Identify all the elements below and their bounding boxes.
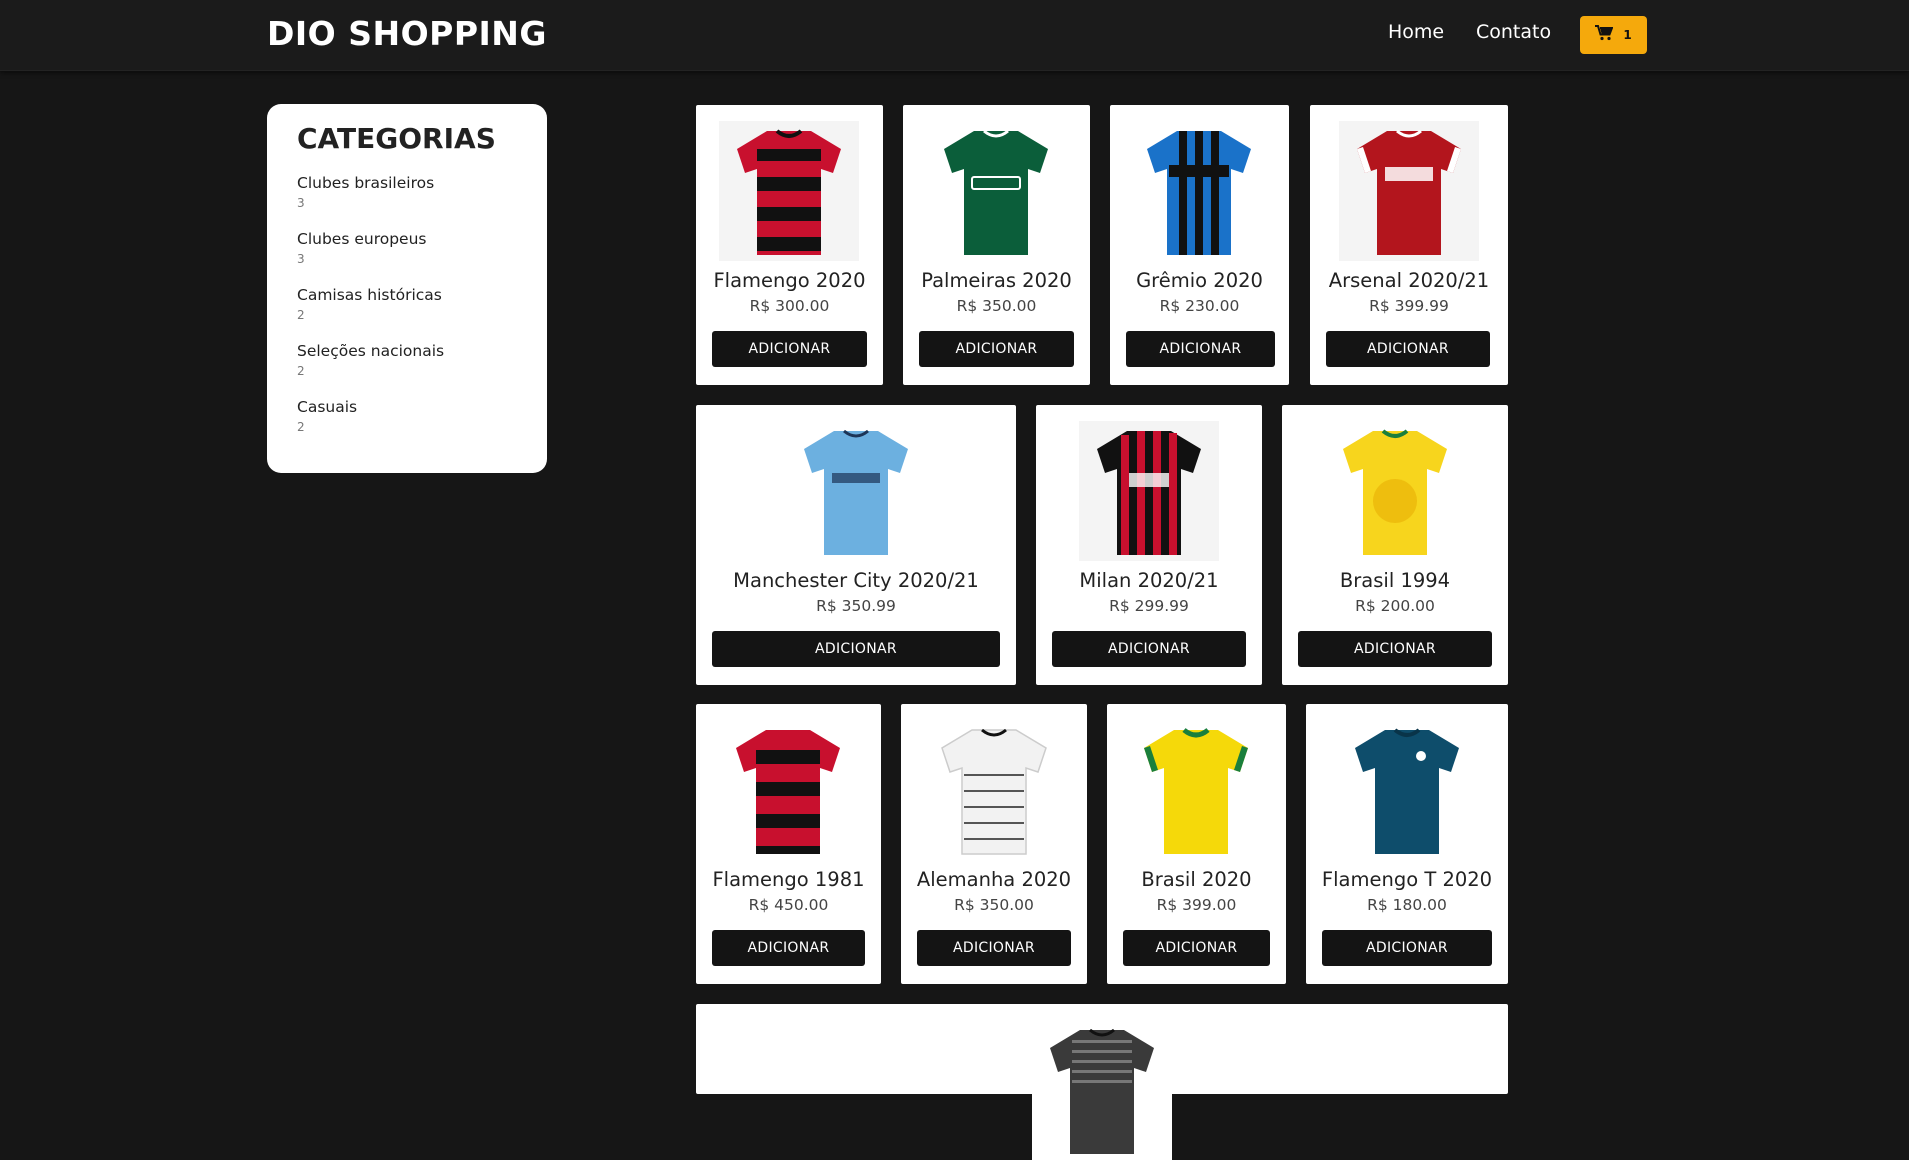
product-card: Alemanha 2020 R$ 350.00 ADICIONAR xyxy=(901,704,1087,984)
add-to-cart-button[interactable]: ADICIONAR xyxy=(919,331,1074,367)
product-card xyxy=(696,1004,1508,1160)
product-image xyxy=(924,720,1064,860)
category-name[interactable]: Seleções nacionais xyxy=(297,342,444,360)
product-image xyxy=(719,121,859,261)
product-price: R$ 350.00 xyxy=(956,297,1037,315)
product-image xyxy=(1325,421,1465,561)
category-name[interactable]: Camisas históricas xyxy=(297,286,442,304)
product-price: R$ 200.00 xyxy=(1355,597,1435,615)
product-card: Flamengo T 2020 R$ 180.00 ADICIONAR xyxy=(1306,704,1508,984)
product-name: Alemanha 2020 xyxy=(916,868,1072,891)
add-to-cart-button[interactable]: ADICIONAR xyxy=(1123,930,1270,966)
category-name[interactable]: Clubes brasileiros xyxy=(297,174,434,192)
product-price: R$ 230.00 xyxy=(1159,297,1240,315)
product-image xyxy=(1339,121,1479,261)
product-card: Flamengo 2020 R$ 300.00 ADICIONAR xyxy=(696,105,883,385)
product-image xyxy=(718,720,858,860)
category-item[interactable]: Casuais 2 xyxy=(297,398,357,434)
product-card: Flamengo 1981 R$ 450.00 ADICIONAR xyxy=(696,704,881,984)
category-count: 2 xyxy=(297,308,305,322)
product-name: Milan 2020/21 xyxy=(1079,569,1219,592)
product-card: Brasil 1994 R$ 200.00 ADICIONAR xyxy=(1282,405,1508,685)
product-price: R$ 399.99 xyxy=(1369,297,1449,315)
product-image xyxy=(1032,1020,1172,1160)
category-item[interactable]: Camisas históricas 2 xyxy=(297,286,442,322)
navbar: DIO SHOPPING Home Contato 1 xyxy=(0,0,1909,71)
cart-button[interactable]: 1 xyxy=(1580,16,1647,54)
add-to-cart-button[interactable]: ADICIONAR xyxy=(712,331,867,367)
product-card: Palmeiras 2020 R$ 350.00 ADICIONAR xyxy=(903,105,1090,385)
product-image xyxy=(786,421,926,561)
product-card: Arsenal 2020/21 R$ 399.99 ADICIONAR xyxy=(1310,105,1508,385)
product-price: R$ 300.00 xyxy=(749,297,830,315)
product-price: R$ 399.00 xyxy=(1156,896,1237,914)
add-to-cart-button[interactable]: ADICIONAR xyxy=(1322,930,1492,966)
add-to-cart-button[interactable]: ADICIONAR xyxy=(1126,331,1275,367)
category-item[interactable]: Seleções nacionais 2 xyxy=(297,342,444,378)
nav-contact-link[interactable]: Contato xyxy=(1476,21,1551,43)
category-count: 2 xyxy=(297,420,305,434)
product-name: Arsenal 2020/21 xyxy=(1328,269,1490,292)
category-item[interactable]: Clubes brasileiros 3 xyxy=(297,174,434,210)
category-name[interactable]: Casuais xyxy=(297,398,357,416)
category-count: 2 xyxy=(297,364,305,378)
product-name: Brasil 1994 xyxy=(1339,569,1451,592)
add-to-cart-button[interactable]: ADICIONAR xyxy=(712,631,1000,667)
product-name: Palmeiras 2020 xyxy=(921,269,1072,292)
shopping-cart-icon xyxy=(1595,25,1614,45)
product-name: Grêmio 2020 xyxy=(1136,269,1263,292)
brand-logo[interactable]: DIO SHOPPING xyxy=(267,14,547,53)
product-name: Flamengo T 2020 xyxy=(1321,868,1493,891)
product-image xyxy=(1079,421,1219,561)
category-name[interactable]: Clubes europeus xyxy=(297,230,426,248)
product-name: Brasil 2020 xyxy=(1141,868,1252,891)
category-count: 3 xyxy=(297,196,305,210)
cart-count-badge: 1 xyxy=(1623,28,1632,42)
product-image xyxy=(926,121,1066,261)
product-image xyxy=(1129,121,1269,261)
add-to-cart-button[interactable]: ADICIONAR xyxy=(917,930,1071,966)
add-to-cart-button[interactable]: ADICIONAR xyxy=(712,930,865,966)
product-card: Brasil 2020 R$ 399.00 ADICIONAR xyxy=(1107,704,1286,984)
product-card: Grêmio 2020 R$ 230.00 ADICIONAR xyxy=(1110,105,1289,385)
product-name: Manchester City 2020/21 xyxy=(733,569,979,592)
nav-home-link[interactable]: Home xyxy=(1388,21,1444,43)
product-image xyxy=(1126,720,1266,860)
categories-panel: CATEGORIAS Clubes brasileiros 3 Clubes e… xyxy=(267,104,547,473)
product-price: R$ 350.99 xyxy=(816,597,896,615)
product-price: R$ 350.00 xyxy=(954,896,1034,914)
product-name: Flamengo 1981 xyxy=(712,868,865,891)
add-to-cart-button[interactable]: ADICIONAR xyxy=(1298,631,1492,667)
product-price: R$ 180.00 xyxy=(1367,896,1447,914)
product-card: Manchester City 2020/21 R$ 350.99 ADICIO… xyxy=(696,405,1016,685)
product-name: Flamengo 2020 xyxy=(713,269,866,292)
category-count: 3 xyxy=(297,252,305,266)
add-to-cart-button[interactable]: ADICIONAR xyxy=(1052,631,1246,667)
product-card: Milan 2020/21 R$ 299.99 ADICIONAR xyxy=(1036,405,1262,685)
product-image xyxy=(1337,720,1477,860)
product-price: R$ 450.00 xyxy=(748,896,829,914)
product-price: R$ 299.99 xyxy=(1109,597,1189,615)
categories-title: CATEGORIAS xyxy=(297,122,496,155)
category-item[interactable]: Clubes europeus 3 xyxy=(297,230,426,266)
add-to-cart-button[interactable]: ADICIONAR xyxy=(1326,331,1490,367)
